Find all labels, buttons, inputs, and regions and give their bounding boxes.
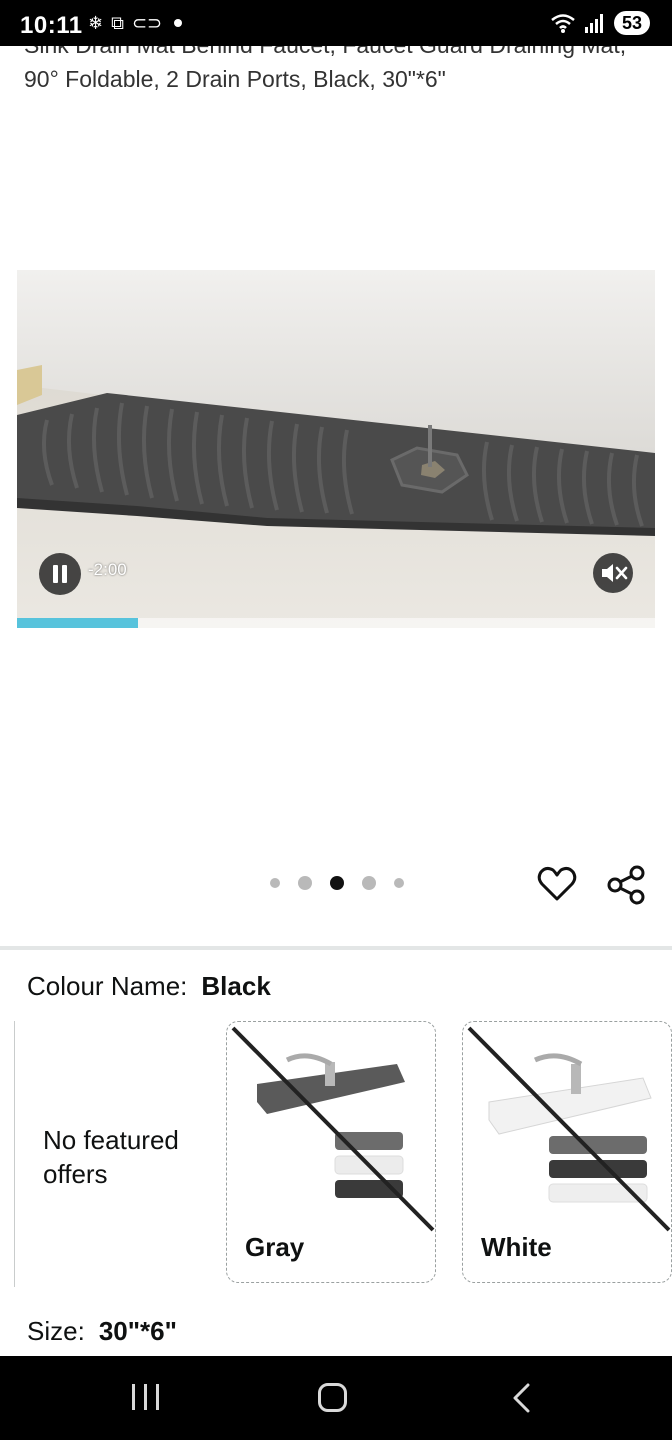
snowflake-icon: ❄ — [88, 13, 104, 33]
nfc-icon: ⊂⊃ — [131, 13, 163, 33]
carousel-dot[interactable] — [362, 876, 376, 890]
image-carousel-indicator — [270, 876, 422, 890]
no-featured-offers-text: No featured offers — [43, 1125, 179, 1189]
size-value: 30"*6" — [98, 1316, 177, 1346]
carousel-dot[interactable] — [330, 876, 344, 890]
clock: 10:11 — [20, 12, 83, 39]
size-row: Size: 30"*6" — [27, 1316, 177, 1347]
colour-option-white[interactable]: White — [462, 1021, 672, 1283]
screenshot-icon: ⧉ — [111, 13, 124, 33]
video-progress-bar[interactable] — [17, 618, 655, 628]
muted-speaker-icon — [602, 564, 628, 582]
recent-apps-button[interactable] — [132, 1384, 160, 1410]
share-icon[interactable] — [606, 864, 648, 906]
colour-name-label: Colour Name: — [27, 971, 188, 1001]
colour-option-gray[interactable]: Gray — [226, 1021, 436, 1283]
carousel-dot[interactable] — [298, 876, 312, 890]
system-icons: 53 — [550, 11, 650, 35]
pause-button[interactable] — [39, 553, 81, 595]
notification-icons: ❄ ⧉ ⊂⊃ — [88, 13, 183, 33]
carousel-dot[interactable] — [394, 878, 404, 888]
size-label: Size: — [27, 1316, 85, 1346]
product-video[interactable]: -2:00 — [17, 270, 655, 628]
status-bar: 10:11 ❄ ⧉ ⊂⊃ 53 — [0, 0, 672, 46]
home-button[interactable] — [318, 1383, 347, 1412]
mute-toggle-button[interactable] — [593, 553, 633, 593]
colour-option-white-label: White — [481, 1232, 552, 1262]
colour-name-value: Black — [201, 971, 271, 1001]
video-progress-fill — [17, 618, 139, 628]
carousel-dot[interactable] — [270, 878, 280, 888]
wifi-icon — [551, 14, 575, 33]
dot-icon — [174, 19, 183, 27]
colour-name-row: Colour Name: Black — [27, 971, 271, 1002]
signal-icon — [584, 14, 603, 33]
back-button[interactable] — [510, 1383, 534, 1413]
wishlist-heart-icon[interactable] — [537, 864, 577, 904]
video-time-remaining: -2:00 — [88, 560, 127, 579]
selected-colour-option[interactable]: No featured offers — [14, 1021, 214, 1287]
colour-option-gray-label: Gray — [245, 1232, 305, 1262]
system-navigation-bar — [0, 1356, 672, 1440]
battery-icon: 53 — [613, 11, 650, 35]
section-divider — [0, 946, 672, 950]
